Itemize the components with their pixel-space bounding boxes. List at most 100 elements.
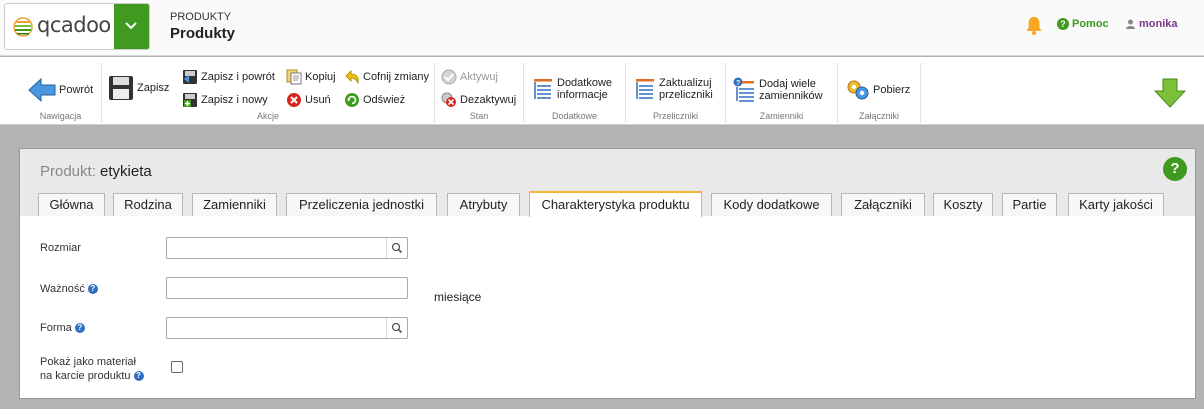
save-new-button[interactable]: Zapisz i nowy <box>182 92 268 108</box>
bell-icon[interactable] <box>1025 16 1043 36</box>
group-label-substitutes: Zamienniki <box>759 111 804 121</box>
show-material-label-line1: Pokaż jako materiał <box>40 356 136 368</box>
product-title-name: etykieta <box>100 163 152 180</box>
top-bar: qcadoo PRODUKTY Produkty ? Pomoc monika <box>0 0 1204 56</box>
search-icon[interactable] <box>386 238 407 258</box>
group-label-converters: Przeliczniki <box>652 111 698 121</box>
delete-button[interactable]: Usuń <box>286 92 331 108</box>
group-substitutes: ? Dodaj wiele zamienników Zamienniki <box>726 63 838 123</box>
arrow-down-icon[interactable] <box>1154 78 1186 108</box>
tab-additional-codes[interactable]: Kody dodatkowe <box>711 193 832 216</box>
help-icon[interactable]: ? <box>87 284 98 294</box>
app-logo-switcher[interactable]: qcadoo <box>4 3 150 50</box>
menu-dropdown-button[interactable] <box>114 4 149 49</box>
undo-label: Cofnij zmiany <box>363 71 430 83</box>
tab-quality-cards[interactable]: Karty jakości <box>1068 193 1164 216</box>
user-icon <box>1126 19 1135 29</box>
show-material-checkbox[interactable] <box>171 361 183 373</box>
form-lookup-field[interactable] <box>166 317 408 339</box>
save-icon <box>109 76 133 100</box>
back-label: Powrót <box>59 84 94 96</box>
user-name: monika <box>1139 18 1178 30</box>
group-label-attachments: Załączniki <box>858 111 899 121</box>
back-button[interactable]: Powrót <box>28 77 93 103</box>
copy-label: Kopiuj <box>305 71 336 83</box>
tab-costs[interactable]: Koszty <box>933 193 993 216</box>
activate-button[interactable]: Aktywuj <box>441 69 498 85</box>
save-return-icon <box>183 70 197 84</box>
size-label-text: Rozmiar <box>40 242 81 254</box>
size-label: Rozmiar <box>40 242 81 254</box>
ribbon-toolbar: Powrót Nawigacja Zapisz Zapisz i powrót … <box>0 57 1204 125</box>
activate-label: Aktywuj <box>460 71 498 83</box>
help-label: Pomoc <box>1072 18 1109 30</box>
gears-icon <box>847 80 869 100</box>
group-label-additional: Dodatkowe <box>551 111 598 121</box>
download-button[interactable]: Pobierz <box>846 79 910 101</box>
additional-info-button[interactable]: Dodatkowe informacje <box>532 77 612 101</box>
refresh-label: Odśwież <box>363 94 406 106</box>
logo-text: qcadoo <box>37 13 111 37</box>
save-return-button[interactable]: Zapisz i powrót <box>182 69 275 85</box>
product-panel: Produkt: etykieta ? Główna Rodzina Zamie… <box>19 148 1196 399</box>
add-substitutes-button[interactable]: ? Dodaj wiele zamienników <box>732 77 823 103</box>
additional-info-label: Dodatkowe informacje <box>557 77 612 101</box>
download-label: Pobierz <box>873 84 911 96</box>
show-material-label: Pokaż jako materiał na karcie produktu? <box>40 355 144 383</box>
list-info-icon: ? <box>733 77 754 102</box>
panel-header: Produkt: etykieta ? Główna Rodzina Zamie… <box>20 149 1195 217</box>
refresh-icon <box>345 93 359 107</box>
update-converters-label: Zaktualizuj przeliczniki <box>659 77 713 101</box>
page-title: Produkty <box>170 25 236 42</box>
tab-batches[interactable]: Partie <box>1002 193 1057 216</box>
validity-label-text: Ważność <box>40 283 85 295</box>
module-name: PRODUKTY <box>170 11 232 23</box>
additional-info-line2: informacje <box>557 89 608 101</box>
save-new-icon <box>183 93 197 107</box>
tab-family[interactable]: Rodzina <box>113 193 183 216</box>
add-substitutes-line2: zamienników <box>759 90 823 102</box>
validity-input[interactable] <box>166 277 408 299</box>
tab-main[interactable]: Główna <box>38 193 105 216</box>
group-converters: Zaktualizuj przeliczniki Przeliczniki <box>626 63 726 123</box>
help-icon[interactable]: ? <box>133 371 144 381</box>
show-material-label-line2: na karcie produktu <box>40 370 131 382</box>
list-icon <box>534 79 552 99</box>
save-label: Zapisz <box>137 82 170 94</box>
tab-product-characteristics[interactable]: Charakterystyka produktu <box>529 191 702 217</box>
help-link[interactable]: ? Pomoc <box>1057 18 1109 30</box>
user-menu[interactable]: monika <box>1126 18 1178 30</box>
additional-info-line1: Dodatkowe <box>557 77 613 89</box>
tab-substitutes[interactable]: Zamienniki <box>192 193 277 216</box>
help-icon: ? <box>1057 18 1069 30</box>
validity-label: Ważność? <box>40 283 98 295</box>
search-icon[interactable] <box>386 318 407 338</box>
tab-attributes[interactable]: Atrybuty <box>447 193 520 216</box>
help-icon[interactable]: ? <box>74 323 85 333</box>
undo-button[interactable]: Cofnij zmiany <box>344 69 429 85</box>
chevron-down-icon <box>125 22 137 30</box>
update-converters-button[interactable]: Zaktualizuj przeliczniki <box>634 77 713 101</box>
refresh-button[interactable]: Odśwież <box>344 92 405 108</box>
save-button[interactable]: Zapisz <box>108 75 169 101</box>
copy-button[interactable]: Kopiuj <box>286 69 336 85</box>
deactivate-icon <box>441 92 456 107</box>
update-converters-line1: Zaktualizuj <box>659 77 712 89</box>
tab-unit-conversions[interactable]: Przeliczenia jednostki <box>286 193 437 216</box>
size-lookup-field[interactable] <box>166 237 408 259</box>
help-icon[interactable]: ? <box>1163 157 1187 181</box>
product-title-prefix: Produkt: <box>40 163 96 180</box>
form-label: Forma? <box>40 322 85 334</box>
qcadoo-logo-icon <box>13 17 33 37</box>
validity-unit: miesiące <box>434 290 482 304</box>
group-label-navigation: Nawigacja <box>39 111 82 121</box>
copy-icon <box>286 69 302 85</box>
save-new-label: Zapisz i nowy <box>201 94 268 106</box>
group-additional: Dodatkowe informacje Dodatkowe <box>524 63 626 123</box>
save-return-label: Zapisz i powrót <box>201 71 275 83</box>
undo-icon <box>345 70 359 85</box>
add-substitutes-label: Dodaj wiele zamienników <box>759 78 823 102</box>
deactivate-button[interactable]: Dezaktywuj <box>441 92 516 108</box>
add-substitutes-line1: Dodaj wiele <box>759 78 816 90</box>
tab-attachments[interactable]: Załączniki <box>841 193 925 216</box>
